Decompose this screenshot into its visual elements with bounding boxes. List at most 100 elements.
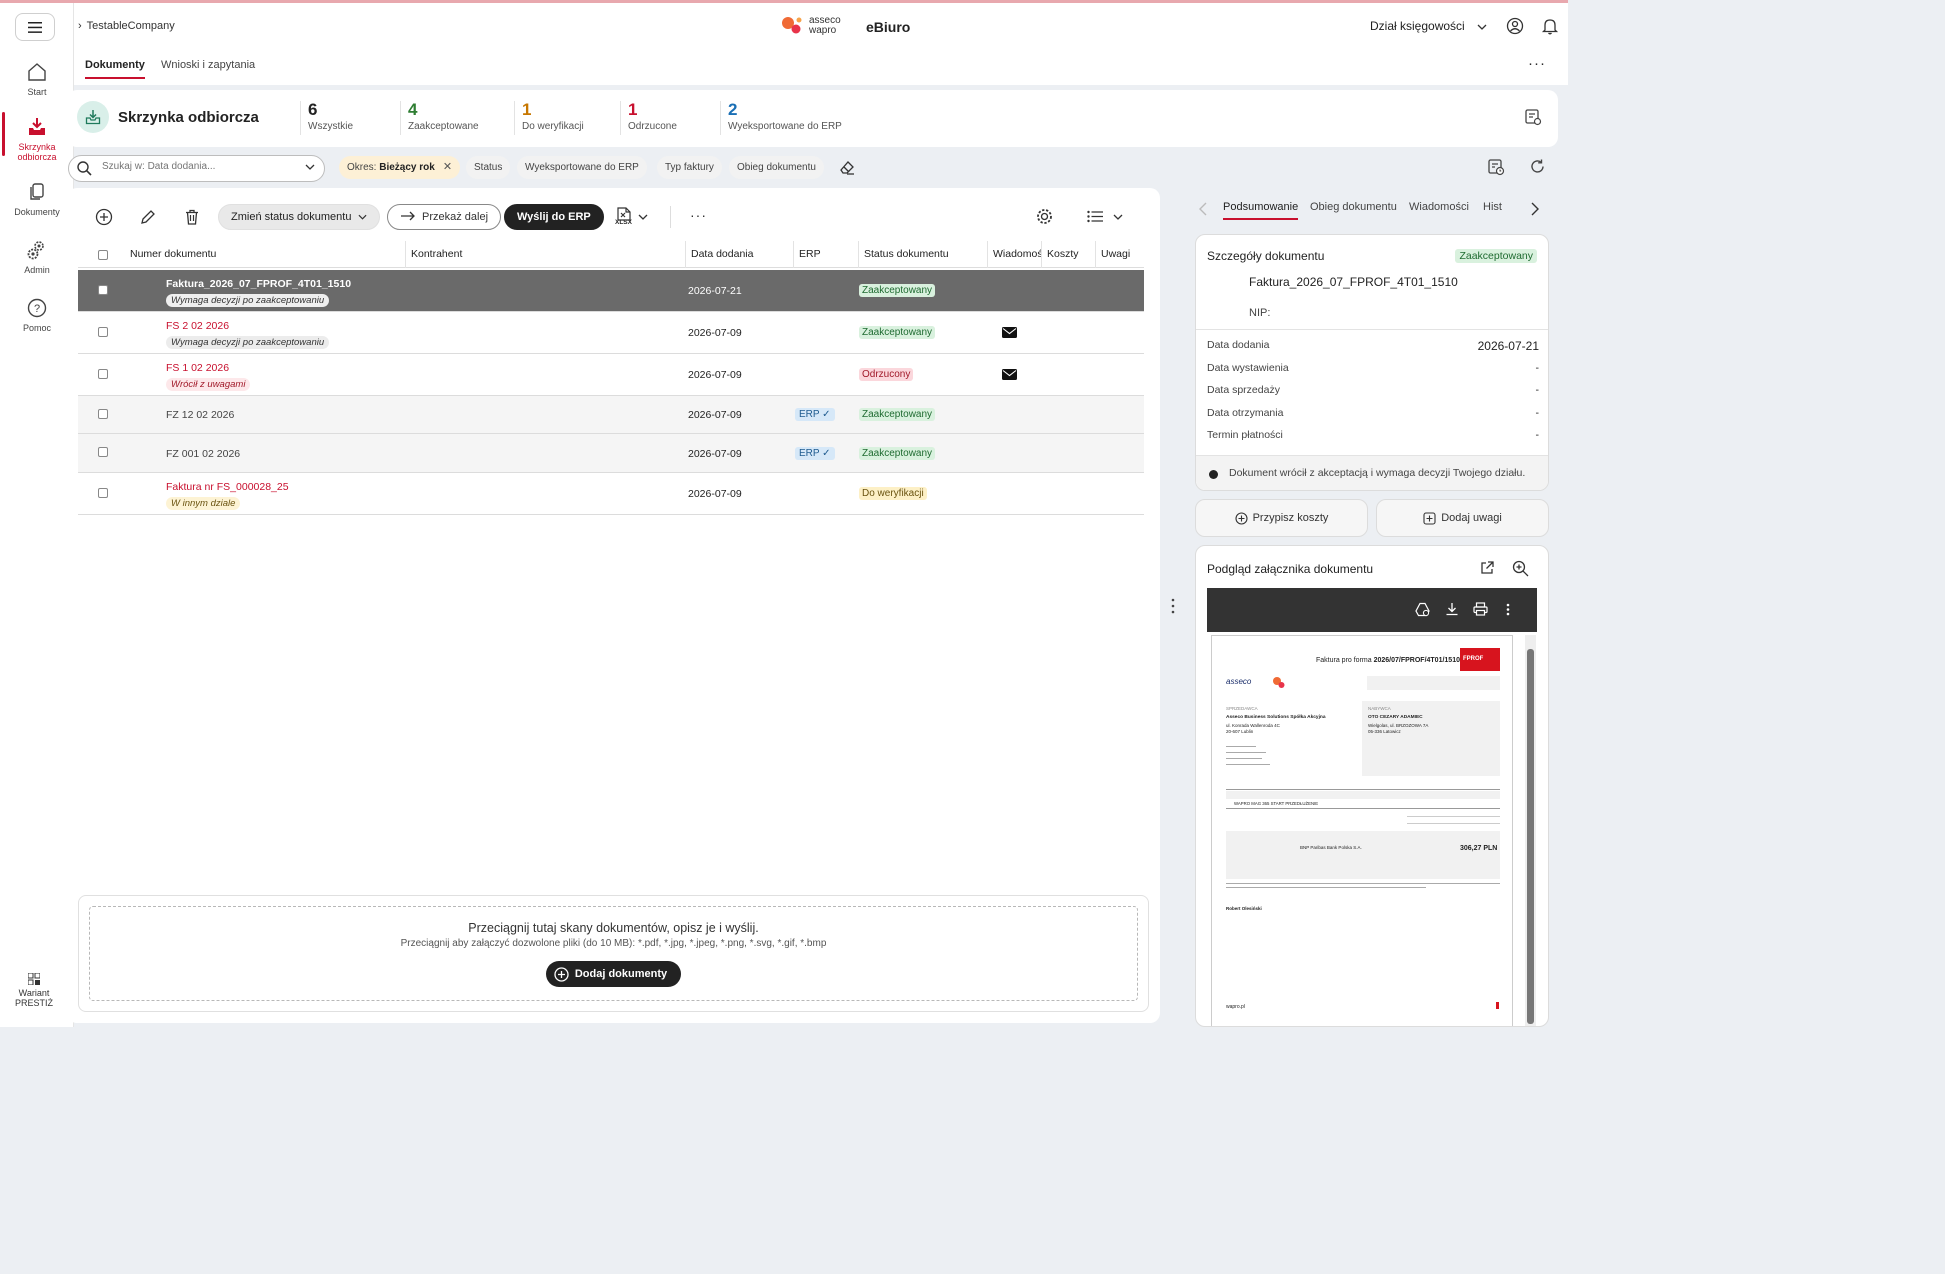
nav-item-admin[interactable]: Admin [0, 239, 74, 275]
notifications-bell-icon[interactable] [1541, 17, 1559, 35]
document-number[interactable]: FS 2 02 2026 [166, 320, 229, 332]
chevron-right-icon[interactable] [1531, 202, 1539, 216]
breadcrumb[interactable]: › TestableCompany [78, 20, 175, 32]
document-settings-icon[interactable] [1524, 108, 1542, 126]
tab-dokumenty[interactable]: Dokumenty [85, 59, 145, 79]
row-note: W innym dziale [166, 497, 241, 510]
settings-gear-icon[interactable] [1036, 208, 1053, 225]
stat-all[interactable]: 6 Wszystkie [300, 101, 353, 135]
tab-messages[interactable]: Wiadomości [1409, 201, 1469, 218]
filter-chip-erp[interactable]: Wyeksportowane do ERP [517, 156, 647, 179]
table-row[interactable]: FS 2 02 2026 Wymaga decyzji po zaakcepto… [78, 312, 1144, 354]
column-messages[interactable]: Wiadomości [988, 241, 1042, 268]
document-clock-icon[interactable] [1487, 158, 1505, 176]
close-icon[interactable]: ✕ [443, 161, 452, 173]
select-all-checkbox[interactable] [98, 250, 108, 260]
row-checkbox[interactable] [98, 488, 108, 498]
user-account-icon[interactable] [1506, 17, 1524, 35]
pdf-page[interactable]: Faktura pro forma 2026/07/FPROF/4T01/151… [1211, 635, 1513, 1026]
assign-costs-button[interactable]: Przypisz koszty [1195, 499, 1368, 537]
download-icon[interactable] [1445, 602, 1459, 616]
stat-rejected[interactable]: 1 Odrzucone [620, 101, 677, 135]
variant-line1: Wariant [18, 988, 50, 998]
stat-accepted[interactable]: 4 Zaakceptowane [400, 101, 479, 135]
stat-exported[interactable]: 2 Wyeksportowane do ERP [720, 101, 842, 135]
add-documents-button[interactable]: Dodaj dokumenty [545, 961, 682, 987]
document-list-panel: Zmień status dokumentu Przekaż dalej Wyś… [67, 188, 1160, 1023]
refresh-icon[interactable] [1529, 158, 1546, 175]
filter-chip-status[interactable]: Status [466, 156, 511, 179]
tab-history[interactable]: Hist [1483, 201, 1502, 218]
document-number[interactable]: Faktura nr FS_000028_25 [166, 481, 289, 493]
menu-burger-button[interactable] [15, 13, 55, 41]
table-row[interactable]: Faktura_2026_07_FPROF_4T01_1510 Wymaga d… [78, 270, 1144, 312]
tab-wnioski[interactable]: Wnioski i zapytania [161, 59, 255, 77]
dropzone-area[interactable]: Przeciągnij tutaj skany dokumentów, opis… [89, 906, 1138, 1001]
column-number[interactable]: Numer dokumentu [125, 241, 406, 268]
chevron-left-icon[interactable] [1199, 202, 1207, 216]
scrollbar-thumb[interactable] [1527, 649, 1534, 1024]
plan-variant[interactable]: Wariant PRESTIŻ [0, 973, 68, 1008]
row-note: Wrócił z uwagami [166, 378, 251, 391]
document-number[interactable]: FS 1 02 2026 [166, 362, 229, 374]
panel-resize-handle-icon[interactable] [1170, 597, 1176, 615]
column-erp[interactable]: ERP [794, 241, 859, 268]
nav-item-start[interactable]: Start [0, 61, 74, 97]
export-xlsx-button[interactable]: XLSX [614, 207, 648, 230]
stat-to-verify[interactable]: 1 Do weryfikacji [514, 101, 584, 135]
table-row[interactable]: FZ 001 02 2026 2026-07-09 ERP ✓ Zaakcept… [78, 434, 1144, 473]
filter-chip-workflow[interactable]: Obieg dokumentu [729, 156, 824, 179]
mail-icon[interactable] [1002, 369, 1017, 380]
tab-summary[interactable]: Podsumowanie [1223, 201, 1299, 220]
tab-workflow[interactable]: Obieg dokumentu [1310, 201, 1397, 218]
eraser-icon[interactable] [838, 158, 856, 176]
change-status-button[interactable]: Zmień status dokumentu [218, 204, 380, 230]
nav-item-documents[interactable]: Dokumenty [0, 181, 74, 217]
column-costs[interactable]: Koszty [1042, 241, 1096, 268]
column-notes[interactable]: Uwagi [1096, 241, 1144, 268]
more-options-icon[interactable]: ··· [1528, 55, 1546, 72]
more-vertical-icon[interactable] [1506, 603, 1510, 616]
column-status[interactable]: Status dokumentu [859, 241, 988, 268]
row-checkbox[interactable] [98, 327, 108, 337]
more-actions-icon[interactable]: ··· [690, 207, 707, 223]
document-number[interactable]: FZ 12 02 2026 [166, 409, 234, 421]
row-checkbox[interactable] [98, 285, 108, 295]
nav-item-inbox[interactable]: Skrzynka odbiorcza [0, 112, 74, 162]
stat-label: Wyeksportowane do ERP [728, 121, 842, 132]
search-input[interactable] [102, 161, 292, 172]
trash-icon[interactable] [183, 208, 201, 226]
row-checkbox[interactable] [98, 447, 108, 457]
chevron-down-icon[interactable] [305, 164, 315, 170]
row-checkbox[interactable] [98, 369, 108, 379]
document-number[interactable]: FZ 001 02 2026 [166, 448, 240, 460]
filter-chip-invoice-type[interactable]: Typ faktury [657, 156, 722, 179]
nav-item-help[interactable]: ? Pomoc [0, 297, 74, 333]
table-row[interactable]: Faktura nr FS_000028_25 W innym dziale 2… [78, 473, 1144, 515]
pdf-scrollbar[interactable] [1525, 635, 1536, 1026]
department-select[interactable]: Dział księgowości [1370, 19, 1487, 33]
pdf-bank: BNP Paribas Bank Polska S.A. [1300, 845, 1362, 850]
print-icon[interactable] [1473, 602, 1488, 616]
search-box[interactable] [68, 155, 325, 182]
row-checkbox[interactable] [98, 409, 108, 419]
edit-pencil-icon[interactable] [139, 208, 157, 226]
table-row[interactable]: FZ 12 02 2026 2026-07-09 ERP ✓ Zaakcepto… [78, 396, 1144, 434]
table-row[interactable]: FS 1 02 2026 Wrócił z uwagami 2026-07-09… [78, 354, 1144, 396]
column-date[interactable]: Data dodania [686, 241, 794, 268]
column-contractor[interactable]: Kontrahent [406, 241, 686, 268]
upload-dropzone[interactable]: Przeciągnij tutaj skany dokumentów, opis… [78, 895, 1149, 1012]
drive-upload-icon[interactable] [1415, 602, 1430, 617]
svg-text:?: ? [34, 303, 40, 315]
mail-icon[interactable] [1002, 327, 1017, 338]
send-to-erp-button[interactable]: Wyślij do ERP [504, 204, 604, 230]
document-number[interactable]: Faktura_2026_07_FPROF_4T01_1510 [166, 278, 351, 290]
row-note: Wymaga decyzji po zaakceptowaniu [166, 294, 330, 307]
open-external-icon[interactable] [1479, 560, 1495, 576]
add-circle-icon[interactable] [95, 208, 113, 226]
zoom-in-icon[interactable] [1512, 560, 1529, 577]
forward-button[interactable]: Przekaż dalej [387, 204, 502, 230]
view-options-button[interactable] [1087, 210, 1123, 226]
add-notes-button[interactable]: Dodaj uwagi [1376, 499, 1549, 537]
filter-chip-period[interactable]: Okres: Bieżący rok ✕ [339, 156, 461, 179]
